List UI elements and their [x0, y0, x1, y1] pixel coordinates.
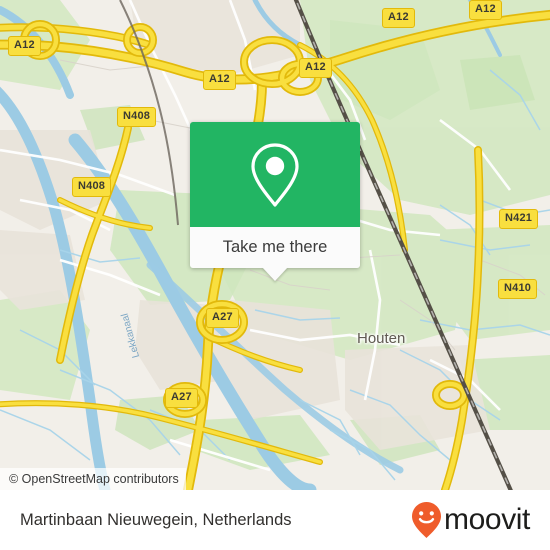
road-shield-a27-south[interactable]: A27 [165, 388, 198, 408]
location-callout-card[interactable]: Take me there [190, 122, 360, 281]
place-label-houten: Houten [357, 330, 406, 347]
map-attribution[interactable]: © OpenStreetMap contributors [0, 468, 186, 490]
take-me-there-label: Take me there [222, 238, 328, 256]
callout-action-bar[interactable]: Take me there [190, 227, 360, 281]
moovit-wordmark: moovit [444, 503, 530, 536]
road-shield-a12-center[interactable]: A12 [203, 70, 236, 90]
road-shield-n408-south[interactable]: N408 [72, 177, 112, 197]
road-shield-n408-north[interactable]: N408 [117, 107, 157, 127]
callout-pointer [262, 267, 288, 281]
location-title: Martinbaan Nieuwegein, Netherlands [20, 510, 292, 529]
road-shield-a12-northeast[interactable]: A12 [382, 8, 415, 28]
road-shield-a12-west[interactable]: A12 [8, 36, 41, 56]
road-shield-n410[interactable]: N410 [498, 279, 538, 299]
moovit-smiley-pin-icon [412, 502, 442, 538]
map-pin-icon [251, 142, 299, 207]
road-shield-a27-north[interactable]: A27 [206, 308, 239, 328]
road-shield-a12-topright[interactable]: A12 [469, 0, 502, 20]
road-shield-n421[interactable]: N421 [499, 209, 539, 229]
callout-icon-panel [190, 122, 360, 227]
moovit-logo[interactable]: moovit [410, 501, 530, 539]
app-root: A12 A12 A12 A12 A12 N408 N408 A27 A27 N4… [0, 0, 550, 550]
footer-bar: Martinbaan Nieuwegein, Netherlands moovi… [0, 490, 550, 550]
road-shield-a12-east[interactable]: A12 [299, 58, 332, 78]
